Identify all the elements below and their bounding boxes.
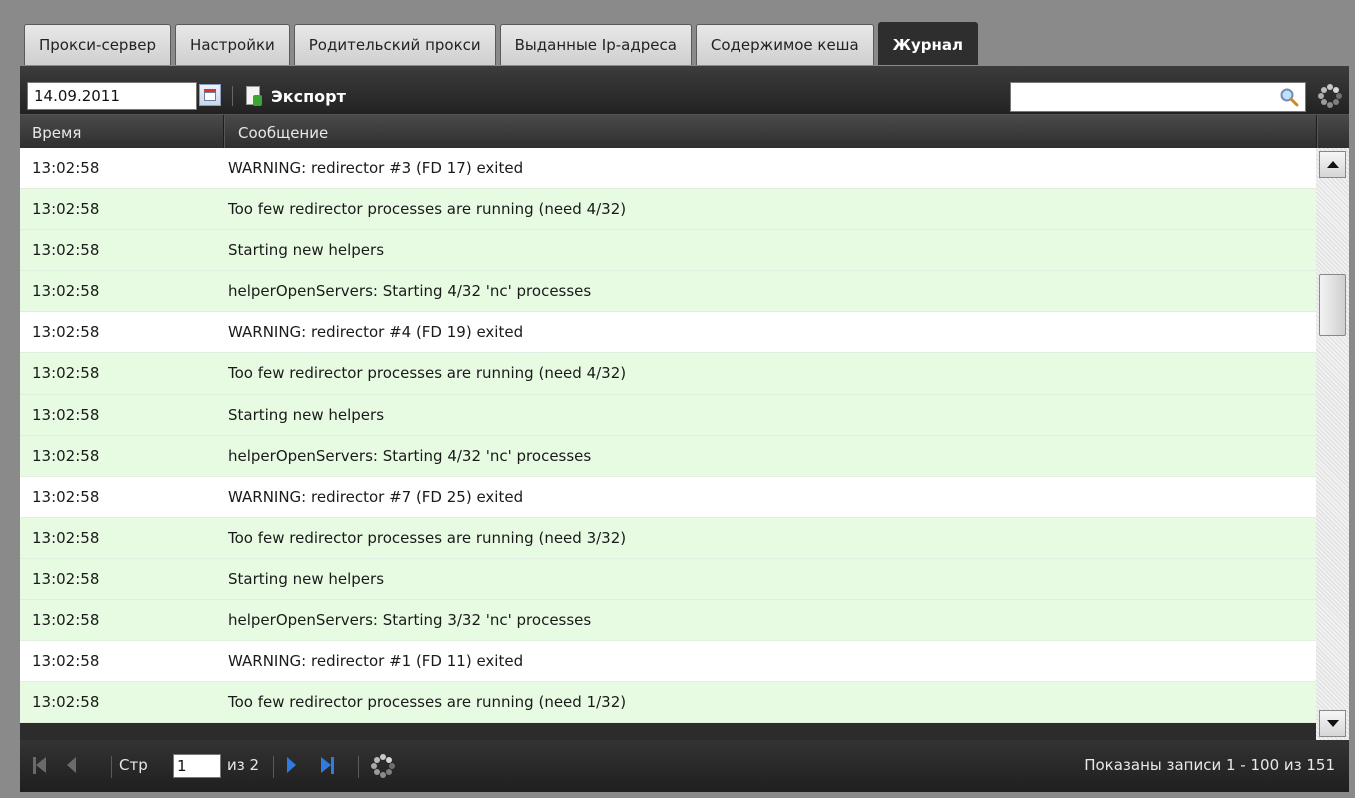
table-row[interactable]: 13:02:58 helperOpenServers: Starting 4/32… [20,271,1316,313]
cell-time: 13:02:58 [32,487,100,506]
tab-item[interactable]: Прокси-сервер [24,24,172,65]
cell-message: WARNING: redirector #7 (FD 25) exited [228,487,524,506]
toolbar: 14.09.2011 Экспорт [20,66,1349,114]
cell-time: 13:02:58 [32,446,100,465]
table-row[interactable]: 13:02:58 helperOpenServers: Starting 4/32… [20,435,1316,477]
cell-time: 13:02:58 [32,652,100,671]
pager-divider [111,756,112,778]
cell-time: 13:02:58 [32,611,100,630]
page-label: Стр [119,756,148,774]
table-row[interactable]: 13:02:58 WARNING: redirector #4 (FD 19) e… [20,312,1316,354]
table-row[interactable]: 13:02:58 WARNING: redirector #3 (FD 17) e… [20,148,1316,190]
cell-message: Too few redirector processes are running… [228,200,627,219]
cell-message: helperOpenServers: Starting 3/32 'nc' pr… [228,611,592,630]
vertical-scrollbar[interactable] [1316,148,1349,740]
table-row[interactable]: 13:02:58 Too few redirector processes are… [20,682,1316,724]
cell-time: 13:02:58 [32,364,100,383]
grid-body: 13:02:58 WARNING: redirector #3 (FD 17) e… [20,148,1316,740]
tab-item[interactable]: Родительский прокси [293,24,496,65]
arrow-up-icon [1327,161,1339,168]
table-row[interactable]: 13:02:58 Too few redirector processes are… [20,517,1316,559]
table-row[interactable]: 13:02:58 Starting new helpers [20,558,1316,601]
table-row[interactable]: 13:02:58 Starting new helpers [20,394,1316,436]
table-row[interactable]: 13:02:58 helperOpenServers: Starting 3/32… [20,600,1316,642]
column-header-message[interactable]: Сообщение [238,124,328,142]
cell-message: Starting new helpers [228,569,385,588]
cell-message: helperOpenServers: Starting 4/32 'nc' pr… [228,446,592,465]
log-panel: 14.09.2011 Экспорт Время Сообщение 13:02… [20,66,1349,792]
table-row[interactable]: 13:02:58 WARNING: redirector #1 (FD 11) e… [20,641,1316,683]
toolbar-divider [232,86,233,106]
table-row[interactable]: 13:02:58 Too few redirector processes are… [20,353,1316,395]
cell-message: helperOpenServers: Starting 4/32 'nc' pr… [228,282,592,301]
cell-message: Starting new helpers [228,241,385,260]
next-page-icon[interactable] [287,756,299,776]
cell-time: 13:02:58 [32,282,100,301]
tabs: Прокси-сервер Настройки Родительский прокс… [24,22,978,65]
cell-time: 13:02:58 [32,159,100,177]
cell-time: 13:02:58 [32,693,100,712]
tab-bar: Прокси-сервер Настройки Родительский прокс… [6,6,1349,66]
table-row[interactable]: 13:02:58 Starting new helpers [20,230,1316,272]
cell-time: 13:02:58 [32,241,100,260]
column-header-time[interactable]: Время [32,124,81,142]
page-input[interactable]: 1 [173,754,221,778]
cell-message: Too few redirector processes are running… [228,693,627,712]
refresh-spinner-icon[interactable] [370,753,396,779]
refresh-spinner-icon[interactable] [1317,83,1343,109]
paging-status: Показаны записи 1 - 100 из 151 [1084,756,1335,774]
date-field[interactable]: 14.09.2011 [27,82,197,110]
cell-time: 13:02:58 [32,405,100,424]
search-input[interactable] [1010,82,1306,112]
app-window: Прокси-сервер Настройки Родительский прокс… [6,6,1349,792]
cell-message: WARNING: redirector #1 (FD 11) exited [228,652,524,671]
export-button[interactable]: Экспорт [245,82,346,110]
cell-time: 13:02:58 [32,569,100,588]
pager-divider [358,756,359,778]
column-divider [223,115,225,149]
calendar-icon[interactable] [199,84,221,106]
arrow-down-icon [1327,720,1339,727]
column-divider [1316,115,1318,149]
table-row[interactable]: 13:02:58 Too few redirector processes are… [20,189,1316,231]
cell-message: Starting new helpers [228,405,385,424]
export-label: Экспорт [271,86,346,106]
tab-item[interactable]: Настройки [175,24,290,65]
tab-item[interactable]: Журнал [877,22,978,65]
last-page-icon[interactable] [321,756,335,776]
first-page-icon[interactable] [33,756,49,776]
cell-message: WARNING: redirector #4 (FD 19) exited [228,323,524,342]
pager: Стр 1 из 2 Показаны записи 1 - 100 из 15… [20,740,1349,792]
page-count: из 2 [227,756,260,774]
tab-item[interactable]: Выданные Ip-адреса [499,24,692,65]
cell-message: WARNING: redirector #3 (FD 17) exited [228,159,524,177]
search-icon[interactable] [1279,87,1299,107]
cell-time: 13:02:58 [32,323,100,342]
table-row[interactable]: 13:02:58 WARNING: redirector #7 (FD 25) e… [20,476,1316,518]
cell-message: Too few redirector processes are running… [228,528,627,547]
cell-time: 13:02:58 [32,200,100,219]
cell-message: Too few redirector processes are running… [228,364,627,383]
export-icon [245,85,263,107]
scroll-thumb[interactable] [1319,274,1346,336]
grid-header: Время Сообщение [20,114,1349,149]
scroll-down-button[interactable] [1319,710,1346,737]
pager-divider [273,756,274,778]
tab-item[interactable]: Содержимое кеша [695,24,874,65]
prev-page-icon[interactable] [67,756,79,776]
cell-time: 13:02:58 [32,528,100,547]
scroll-up-button[interactable] [1319,151,1346,178]
